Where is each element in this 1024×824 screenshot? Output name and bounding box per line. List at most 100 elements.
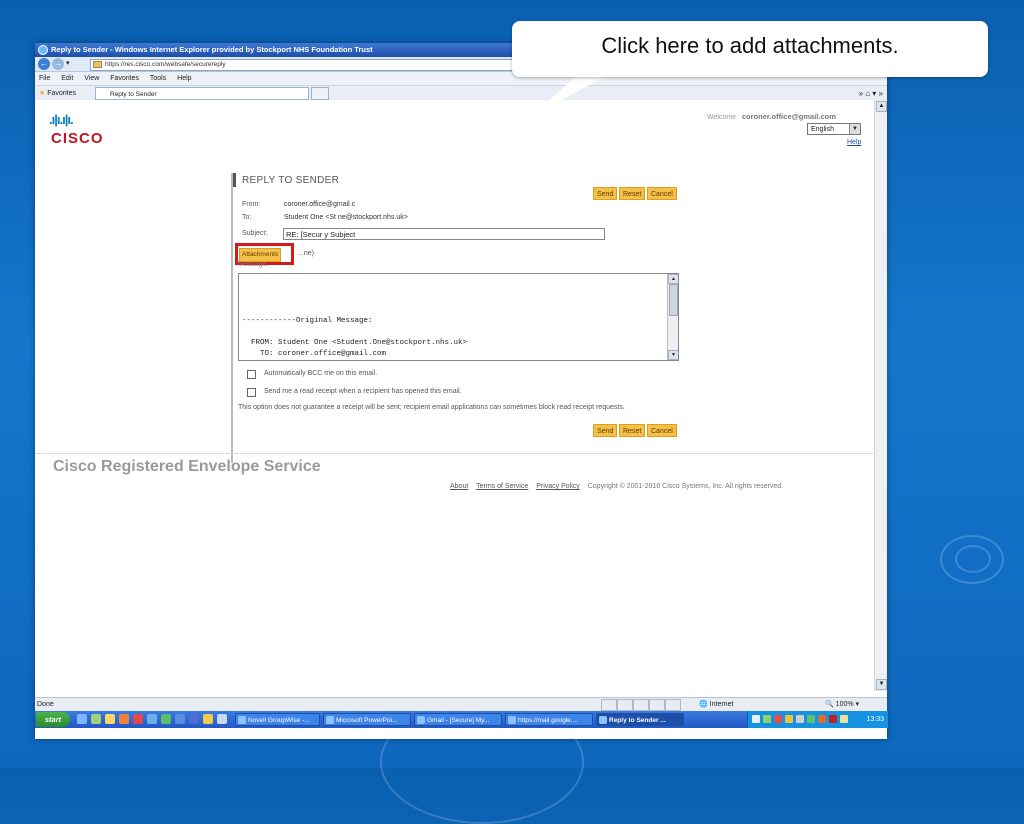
app-icon (326, 716, 334, 724)
status-bar: Done 🌐 Internet 🔍 100% ▾ (35, 697, 887, 711)
ie-icon (38, 45, 48, 55)
tray-icon[interactable] (796, 715, 804, 723)
cisco-logo: CISCO (51, 130, 104, 147)
quicklaunch-icon[interactable] (203, 714, 213, 724)
cancel-button-bottom[interactable]: Cancel (647, 424, 677, 437)
message-textarea[interactable]: ------------Original Message: FROM: Stud… (238, 273, 679, 361)
send-button-bottom[interactable]: Send (593, 424, 618, 437)
tray-icon[interactable] (818, 715, 826, 723)
favorites-button[interactable]: ★ Favorites (39, 86, 76, 101)
status-cell (617, 699, 633, 711)
status-cell (633, 699, 649, 711)
reset-button-bottom[interactable]: Reset (619, 424, 646, 437)
message-scrollbar[interactable]: ▲ ▼ (667, 274, 678, 360)
terms-link[interactable]: Terms of Service (476, 483, 528, 490)
cisco-logo-bars-icon: .ı|ı.ı|ı. (49, 112, 74, 127)
subject-input[interactable]: RE: [Secur y Subject (283, 228, 605, 240)
url-field[interactable]: https://res.cisco.com/websafe/securerepl… (90, 59, 546, 71)
app-icon (238, 716, 246, 724)
new-tab-button[interactable] (311, 87, 329, 100)
callout-text: Click here to add attachments. (601, 33, 899, 58)
reset-button-top[interactable]: Reset (619, 187, 646, 200)
security-zone: 🌐 Internet (699, 701, 734, 708)
back-icon[interactable]: ← (38, 58, 50, 70)
app-icon (417, 716, 425, 724)
status-text: Done (37, 701, 54, 708)
language-select[interactable]: English ▼ (807, 123, 861, 135)
quicklaunch-icon[interactable] (175, 714, 185, 724)
message-label: Message: (238, 261, 269, 268)
bcc-checkbox[interactable] (247, 370, 256, 379)
scroll-up-icon[interactable]: ▲ (876, 101, 887, 112)
user-email: coroner.office@gmail.com (741, 112, 836, 121)
zone-label: Internet (709, 701, 734, 708)
clock: 13:33 (866, 716, 884, 723)
scroll-down-icon[interactable]: ▼ (668, 350, 678, 360)
copyright-text: Copyright © 2001-2010 Cisco Systems, Inc… (587, 483, 784, 490)
menu-favorites[interactable]: Favorites (110, 75, 139, 82)
callout-bubble: Click here to add attachments. (512, 21, 988, 77)
send-button-top[interactable]: Send (593, 187, 618, 200)
taskbar-item-reply-to-sender[interactable]: Reply to Sender ... (596, 713, 684, 726)
read-receipt-checkbox[interactable] (247, 388, 256, 397)
menu-view[interactable]: View (84, 75, 99, 82)
help-link[interactable]: Help (847, 139, 861, 146)
browser-window: Reply to Sender - Windows Internet Explo… (35, 43, 888, 739)
tray-icon[interactable] (840, 715, 848, 723)
history-dropdown-icon[interactable]: ▾ (66, 59, 70, 67)
menu-file[interactable]: File (39, 75, 50, 82)
taskbar-item-mail-google[interactable]: https://mail.google.... (505, 713, 593, 726)
bcc-label: Automatically BCC me on this email. (264, 370, 378, 377)
quicklaunch-icon[interactable] (161, 714, 171, 724)
to-label: To: (242, 214, 252, 221)
tab-label: Reply to Sender (110, 91, 157, 98)
quicklaunch-icon[interactable] (133, 714, 143, 724)
from-value: coroner.office@gmail.c (284, 201, 356, 208)
task-label: Reply to Sender ... (609, 717, 666, 724)
taskbar-item-powerpoint[interactable]: Microsoft PowerPoi... (323, 713, 411, 726)
zoom-control[interactable]: 🔍 100% ▾ (825, 698, 859, 711)
welcome-label: Welcome (707, 114, 737, 121)
toolbar-chevron-icon[interactable]: » ⌂ ▾ » (859, 86, 883, 101)
tray-icon[interactable] (785, 715, 793, 723)
quicklaunch-icon[interactable] (147, 714, 157, 724)
privacy-link[interactable]: Privacy Policy (536, 483, 580, 490)
scroll-up-icon[interactable]: ▲ (668, 274, 678, 284)
quicklaunch-icon[interactable] (119, 714, 129, 724)
quicklaunch-icon[interactable] (91, 714, 101, 724)
scroll-thumb[interactable] (669, 284, 678, 316)
status-cell (649, 699, 665, 711)
tray-icon[interactable] (829, 715, 837, 723)
welcome-text: Welcome coroner.office@gmail.com (707, 112, 836, 121)
about-link[interactable]: About (450, 483, 468, 490)
taskbar-item-groupwise[interactable]: Novell GroupWise -... (235, 713, 320, 726)
tray-icon[interactable] (752, 715, 760, 723)
forward-icon[interactable]: → (52, 58, 64, 70)
quicklaunch-icon[interactable] (105, 714, 115, 724)
tray-icon[interactable] (807, 715, 815, 723)
attachments-note: ...ne) (298, 250, 314, 257)
status-cell (601, 699, 617, 711)
quicklaunch-icon[interactable] (77, 714, 87, 724)
tray-icon[interactable] (763, 715, 771, 723)
taskbar: start Novell GroupWise -... Microsoft Po… (35, 711, 888, 728)
taskbar-item-gmail[interactable]: Gmail - [Secure] My... (414, 713, 502, 726)
tray-icon[interactable] (774, 715, 782, 723)
window-title: Reply to Sender - Windows Internet Explo… (51, 45, 373, 54)
start-button[interactable]: start (36, 712, 70, 727)
task-label: https://mail.google.... (518, 717, 578, 724)
start-label: start (44, 715, 62, 724)
menu-edit[interactable]: Edit (61, 75, 73, 82)
quicklaunch-icon[interactable] (189, 714, 199, 724)
background-swirl (955, 545, 991, 573)
tab-reply-to-sender[interactable]: Reply to Sender (95, 87, 309, 100)
cancel-button-top[interactable]: Cancel (647, 187, 677, 200)
message-body: ------------Original Message: FROM: Stud… (242, 317, 468, 358)
menu-help[interactable]: Help (177, 75, 191, 82)
scroll-down-icon[interactable]: ▼ (876, 679, 887, 690)
page-content: .ı|ı.ı|ı. CISCO Welcome coroner.office@g… (35, 100, 875, 697)
quicklaunch-icon[interactable] (217, 714, 227, 724)
menu-tools[interactable]: Tools (150, 75, 166, 82)
subject-label: Subject: (242, 230, 268, 237)
page-scrollbar[interactable]: ▲ ▼ (874, 100, 887, 691)
